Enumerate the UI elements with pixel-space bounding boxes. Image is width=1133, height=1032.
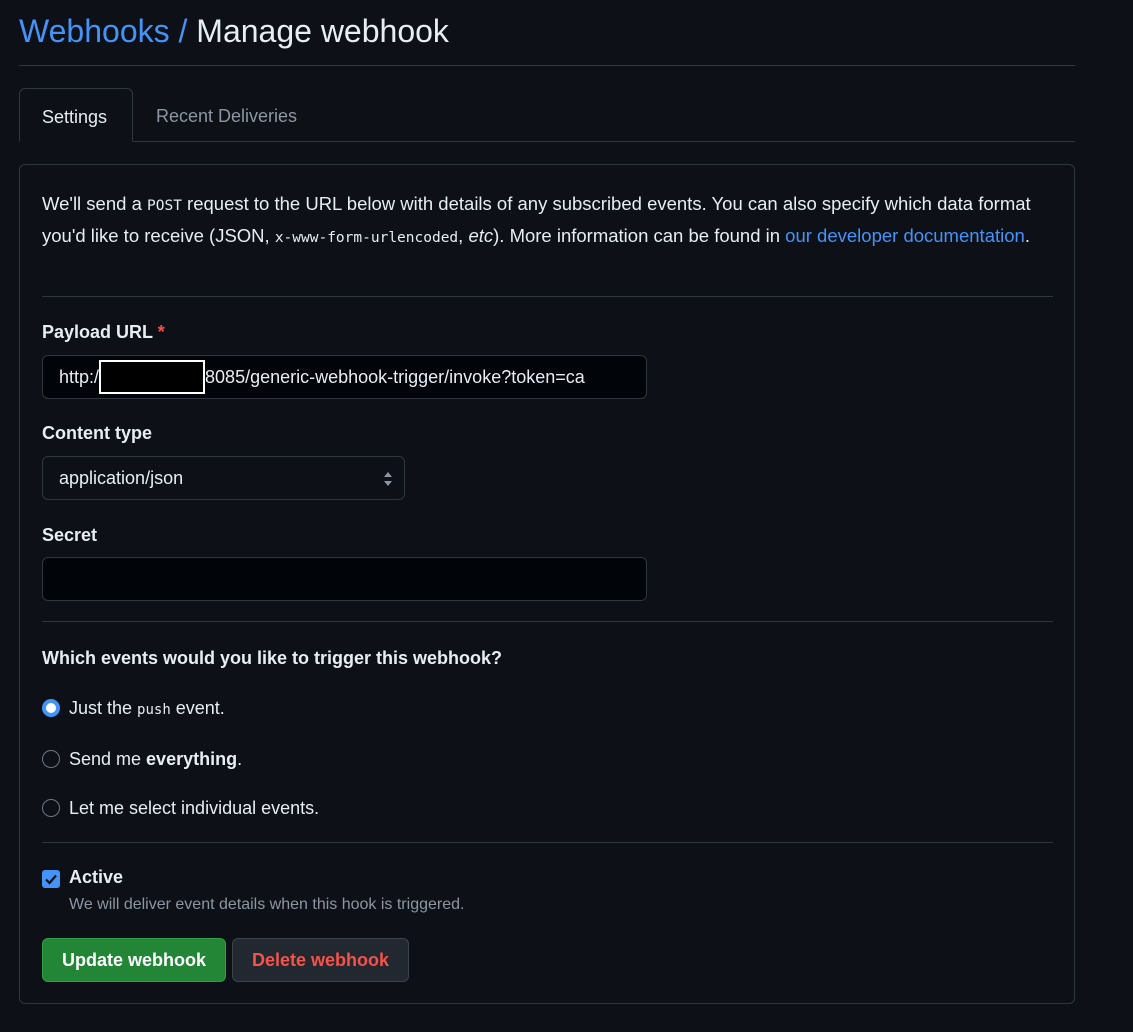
- content-type-select[interactable]: application/json: [42, 456, 405, 500]
- intro-text-part: We'll send a: [42, 193, 147, 214]
- active-checkbox[interactable]: [42, 870, 60, 888]
- required-mark: *: [157, 322, 165, 342]
- content-type-value: application/json: [59, 468, 184, 488]
- radio-label-bold: everything: [146, 749, 238, 769]
- radio-unchecked-icon[interactable]: [42, 750, 60, 768]
- radio-unchecked-icon[interactable]: [42, 799, 60, 817]
- radio-checked-icon[interactable]: [42, 699, 60, 717]
- content-type-label: Content type: [42, 423, 152, 443]
- format-code: x-www-form-urlencoded: [274, 230, 459, 246]
- radio-label-part: .: [237, 749, 243, 769]
- secret-input[interactable]: [42, 557, 647, 601]
- payload-url-value-suffix: 8085/generic-webhook-trigger/invoke?toke…: [205, 367, 585, 387]
- settings-panel: We'll send a POST request to the URL bel…: [19, 164, 1075, 1004]
- secret-value: [59, 558, 634, 600]
- divider: [42, 296, 1053, 297]
- breadcrumb-separator: /: [169, 13, 197, 49]
- radio-label-part: Send me: [69, 749, 147, 769]
- checkmark-icon: [45, 874, 57, 885]
- events-question: Which events would you like to trigger t…: [42, 648, 503, 668]
- divider: [42, 621, 1053, 622]
- secret-label: Secret: [42, 525, 98, 545]
- payload-url-input[interactable]: http:/ 8085/generic-webhook-trigger/invok…: [42, 355, 647, 399]
- tab-settings[interactable]: Settings: [19, 88, 133, 142]
- active-hint: We will deliver event details when this …: [69, 896, 465, 913]
- intro-text-part: ,: [458, 225, 469, 246]
- select-arrows-icon: [384, 472, 392, 486]
- page-header: Webhooks / Manage webhook: [19, 12, 1075, 66]
- page-title: Manage webhook: [196, 13, 449, 49]
- intro-etc: etc: [468, 225, 494, 246]
- radio-label-part: event.: [170, 698, 225, 718]
- redacted-host-block: [99, 359, 206, 394]
- update-webhook-button[interactable]: Update webhook: [42, 938, 226, 982]
- developer-docs-link[interactable]: our developer documentation: [785, 225, 1025, 246]
- intro-text: We'll send a POST request to the URL bel…: [42, 189, 1032, 253]
- radio-label: Let me select individual events.: [69, 798, 320, 818]
- post-method-code: POST: [147, 198, 182, 214]
- tab-recent-deliveries[interactable]: Recent Deliveries: [134, 88, 319, 142]
- manage-webhook-page: Webhooks / Manage webhook Settings Recen…: [0, 0, 1133, 1032]
- intro-text-part: .: [1024, 225, 1030, 246]
- breadcrumb-webhooks[interactable]: Webhooks: [19, 13, 170, 49]
- payload-url-label-text: Payload URL: [42, 322, 153, 342]
- payload-url-label: Payload URL *: [42, 322, 165, 343]
- push-code: push: [137, 702, 171, 718]
- tab-bar: Settings Recent Deliveries: [19, 88, 1075, 142]
- active-label: Active: [69, 867, 124, 887]
- intro-text-part: ). More information can be found in: [493, 225, 786, 246]
- divider: [42, 842, 1053, 843]
- payload-url-value-prefix: http:/: [59, 367, 100, 387]
- delete-webhook-button[interactable]: Delete webhook: [232, 938, 409, 982]
- radio-label-part: Just the: [69, 698, 138, 718]
